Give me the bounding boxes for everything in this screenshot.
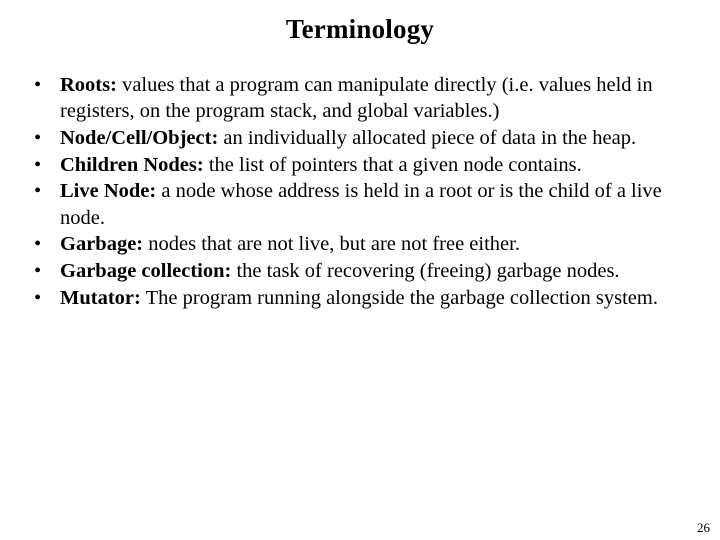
term-definition: an individually allocated piece of data … xyxy=(218,126,637,149)
page-number: 26 xyxy=(697,520,710,535)
term-definition: the list of pointers that a given node c… xyxy=(203,153,582,176)
list-item: • Garbage collection: the task of recover… xyxy=(28,258,692,284)
term-definition: values that a program can manipulate dir… xyxy=(60,74,653,123)
list-item: • Roots: values that a program can manipu… xyxy=(28,72,692,124)
list-item: • Children Nodes: the list of pointers th… xyxy=(28,152,692,178)
bullet-icon: • xyxy=(34,259,42,282)
page-title: Terminology xyxy=(285,14,435,44)
list-item: • Garbage: nodes that are not live, but a… xyxy=(28,231,692,257)
bullet-icon: • xyxy=(34,126,42,149)
bullet-icon: • xyxy=(34,153,42,176)
list-item: • Mutator: The program running alongside … xyxy=(28,285,692,311)
term-label: Roots: xyxy=(60,74,117,96)
term-label: Children Nodes: xyxy=(60,153,204,176)
term-definition: nodes that are not live, but are not fre… xyxy=(143,233,520,256)
term-label: Garbage collection: xyxy=(60,259,232,282)
bullet-icon: • xyxy=(34,74,42,96)
term-label: Garbage: xyxy=(60,233,144,256)
terminology-list: • Roots: values that a program can manipu… xyxy=(28,72,692,311)
term-definition: the task of recovering (freeing) garbage… xyxy=(231,259,620,282)
term-label: Live Node: xyxy=(60,180,157,203)
presentation-slide: Terminology • Roots: values that a progra… xyxy=(0,0,720,540)
bullet-icon: • xyxy=(34,180,42,203)
list-item: • Live Node: a node whose address is held… xyxy=(28,178,692,230)
term-label: Node/Cell/Object: xyxy=(60,126,219,149)
term-label: Mutator: xyxy=(60,286,141,309)
term-definition: The program running alongside the garbag… xyxy=(140,286,658,309)
list-item: • Node/Cell/Object: an individually alloc… xyxy=(28,125,692,151)
bullet-icon: • xyxy=(34,233,42,256)
bullet-icon: • xyxy=(34,286,42,309)
